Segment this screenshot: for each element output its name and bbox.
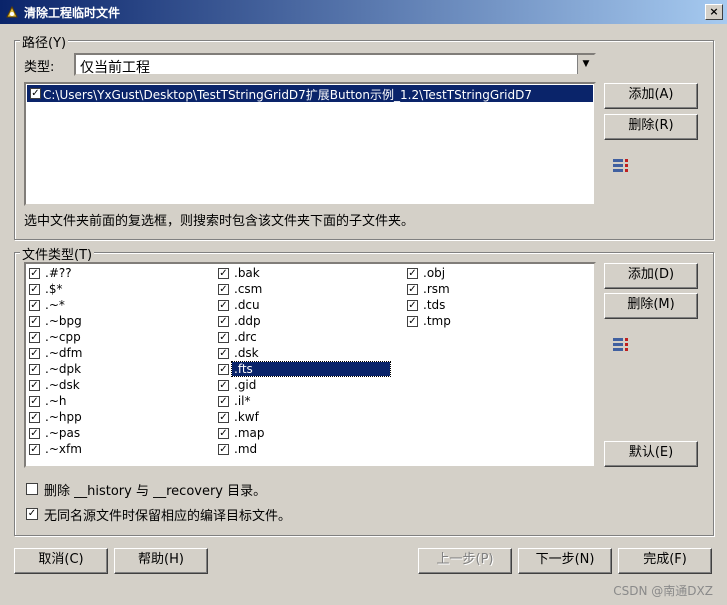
filetype-checkbox[interactable]: ✓ [29,300,40,311]
filetype-checkbox[interactable]: ✓ [218,316,229,327]
filetype-checkbox[interactable]: ✓ [29,364,40,375]
filetype-label: .~dfm [45,346,83,360]
filetype-label: .~* [45,298,65,312]
title-bar: 清除工程临时文件 × [0,0,727,24]
filetype-checkbox[interactable]: ✓ [218,396,229,407]
filetype-checkbox[interactable]: ✓ [218,332,229,343]
filetype-checkbox[interactable]: ✓ [29,380,40,391]
add-path-button[interactable]: 添加(A) [604,83,698,109]
filetype-checkbox[interactable]: ✓ [218,268,229,279]
filetype-checkbox[interactable]: ✓ [29,396,40,407]
app-icon [6,5,18,18]
filetype-label: .obj [423,266,446,280]
filetype-label: .dcu [234,298,260,312]
default-button[interactable]: 默认(E) [604,441,698,467]
filetype-checkbox[interactable]: ✓ [218,364,229,375]
list-edit-icon[interactable] [613,338,629,352]
filetype-checkbox[interactable]: ✓ [218,380,229,391]
filetype-group-legend: 文件类型(T) [20,244,95,263]
filetype-label: .~h [45,394,67,408]
filetype-label: .#?? [45,266,72,280]
path-hint: 选中文件夹前面的复选框，则搜索时包含该文件夹下面的子文件夹。 [24,214,415,229]
filetype-label: .dsk [234,346,259,360]
path-list[interactable]: ✓ C:\Users\YxGust\Desktop\TestTStringGri… [24,82,596,206]
filetype-checkbox[interactable]: ✓ [218,412,229,423]
keep-targets-label[interactable]: 无同名源文件时保留相应的编译目标文件。 [44,505,291,524]
filetype-label: .~xfm [45,442,82,456]
watermark: CSDN @南通DXZ [613,584,713,598]
filetype-checkbox[interactable]: ✓ [29,284,40,295]
filetype-label: .csm [234,282,263,296]
finish-button[interactable]: 完成(F) [618,548,712,574]
filetype-checkbox[interactable]: ✓ [407,316,418,327]
keep-targets-checkbox[interactable]: ✓ [26,508,38,520]
filetype-label: .~dsk [45,378,80,392]
filetype-label: .drc [234,330,257,344]
filetype-checkbox[interactable]: ✓ [29,412,40,423]
filetype-checkbox[interactable]: ✓ [29,316,40,327]
chevron-down-icon[interactable]: ▼ [577,55,594,74]
filetype-label: .il* [234,394,251,408]
filetype-label: .map [234,426,265,440]
filetype-label: .kwf [234,410,259,424]
type-select-value: 仅当前工程 [80,60,150,76]
filetype-label: .md [234,442,258,456]
delete-filetype-button[interactable]: 删除(M) [604,293,698,319]
filetype-checkbox[interactable]: ✓ [29,428,40,439]
delete-history-checkbox[interactable] [26,483,38,495]
path-checkbox[interactable]: ✓ [30,88,41,99]
add-filetype-button[interactable]: 添加(D) [604,263,698,289]
prev-button[interactable]: 上一步(P) [418,548,512,574]
path-text: C:\Users\YxGust\Desktop\TestTStringGridD… [43,88,532,102]
filetype-checkbox[interactable]: ✓ [407,284,418,295]
filetype-checkbox[interactable]: ✓ [407,268,418,279]
list-edit-icon[interactable] [613,159,629,173]
filetype-checkbox[interactable]: ✓ [29,332,40,343]
window-title: 清除工程临时文件 [24,6,121,20]
delete-history-label[interactable]: 删除 __history 与 __recovery 目录。 [44,480,266,499]
filetype-checkbox[interactable]: ✓ [218,444,229,455]
next-button[interactable]: 下一步(N) [518,548,612,574]
filetype-checkbox[interactable]: ✓ [407,300,418,311]
filetype-checkbox[interactable]: ✓ [218,284,229,295]
filetype-label: .bak [234,266,260,280]
help-button[interactable]: 帮助(H) [114,548,208,574]
filetype-checkbox[interactable]: ✓ [218,428,229,439]
filetype-checkbox[interactable]: ✓ [218,300,229,311]
filetype-checkbox[interactable]: ✓ [29,268,40,279]
type-label: 类型: [24,60,55,75]
delete-path-button[interactable]: 删除(R) [604,114,698,140]
filetype-label: .ddp [234,314,261,328]
filetype-label: .~dpk [45,362,82,376]
path-group-legend: 路径(Y) [20,32,69,51]
filetype-label: .gid [234,378,257,392]
cancel-button[interactable]: 取消(C) [14,548,108,574]
filetype-checkbox[interactable]: ✓ [218,348,229,359]
filetype-label: .~cpp [45,330,81,344]
filetype-checkbox[interactable]: ✓ [29,444,40,455]
close-button[interactable]: × [705,4,723,20]
filetype-label: .tmp [423,314,451,328]
filetype-checkbox[interactable]: ✓ [29,348,40,359]
path-list-item[interactable]: ✓ C:\Users\YxGust\Desktop\TestTStringGri… [27,85,593,102]
filetype-label: .rsm [423,282,450,296]
filetype-label: .fts [231,361,391,377]
filetype-label: .~pas [45,426,81,440]
filetype-label: .tds [423,298,446,312]
filetype-label: .~bpg [45,314,82,328]
filetype-list[interactable]: ✓ .#?? ✓ .$* ✓ .~* ✓ .~bpg ✓ .~cpp ✓ .~dfm ✓ .~… [24,262,596,468]
filetype-label: .$* [45,282,63,296]
type-select[interactable]: 仅当前工程 ▼ [74,53,596,76]
filetype-label: .~hpp [45,410,82,424]
